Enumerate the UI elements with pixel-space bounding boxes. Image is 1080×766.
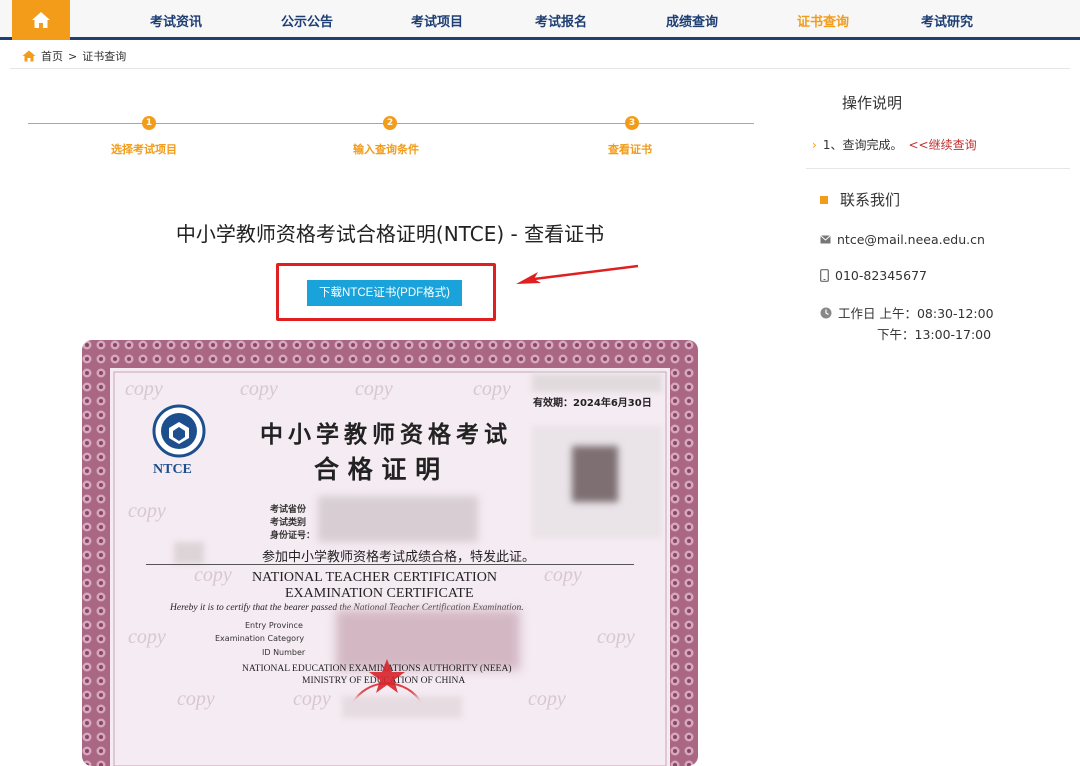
contact-section-title: 联系我们	[820, 189, 900, 210]
contact-hours-line2: 下午：13:00-17:00	[877, 327, 992, 342]
field-label-entry-province: Entry Province	[245, 621, 303, 630]
breadcrumb-separator: >	[68, 49, 78, 63]
chevron-right-icon: ›	[812, 137, 817, 152]
watermark: copy	[194, 564, 232, 586]
certificate-title-en-line2: EXAMINATION CERTIFICATE	[285, 586, 474, 601]
certificate-title-cn-line1: 中小学教师资格考试	[260, 421, 512, 448]
watermark: copy	[177, 688, 215, 710]
blurred-number	[532, 374, 662, 392]
field-label-province: 考试省份	[270, 505, 307, 515]
watermark: copy	[293, 688, 331, 710]
phone-icon	[820, 269, 829, 282]
watermark: copy	[473, 378, 511, 400]
watermark: copy	[355, 378, 393, 400]
step-2-label: 输入查询条件	[353, 143, 419, 156]
step-2-dot: 2	[383, 116, 397, 130]
breadcrumb-home-link[interactable]: 首页	[41, 48, 63, 64]
watermark: copy	[128, 500, 166, 522]
nav-item-research[interactable]: 考试研究	[921, 11, 973, 30]
contact-hours-line1: 工作日 上午：08:30-12:00	[838, 306, 994, 321]
certificate-validity: 有效期：2024年6月30日	[533, 398, 652, 409]
step-1-dot: 1	[142, 116, 156, 130]
contact-phone: 010-82345677	[835, 268, 927, 283]
watermark: copy	[544, 564, 582, 586]
step-1-label: 选择考试项目	[111, 143, 177, 156]
blurred-seal-text	[342, 696, 462, 718]
nav-item-exam-projects[interactable]: 考试项目	[411, 11, 463, 30]
certificate-title-cn-line2: 合 格 证 明	[314, 455, 441, 484]
download-pdf-button[interactable]: 下载NTCE证书(PDF格式)	[307, 280, 462, 306]
certificate-image: copy copy copy copy copy copy copy copy …	[80, 338, 700, 766]
nav-item-registration[interactable]: 考试报名	[535, 11, 587, 30]
contact-hours-row: 工作日 上午：08:30-12:00	[820, 303, 994, 322]
watermark: copy	[528, 688, 566, 710]
side-op-item: › 1、查询完成。 <<继续查询	[812, 136, 977, 153]
blurred-personal-info	[318, 496, 478, 542]
ntce-logo-icon	[152, 404, 206, 458]
field-label-exam-category: Examination Category	[215, 634, 305, 643]
ntce-logo-text: NTCE	[153, 462, 192, 477]
watermark: copy	[597, 626, 635, 648]
home-icon	[22, 50, 36, 62]
side-op-text: 1、查询完成。	[822, 138, 903, 152]
breadcrumb-current: 证书查询	[82, 50, 127, 63]
blurred-mark	[174, 542, 204, 564]
certificate-statement-cn: 参加中小学教师资格考试成绩合格，特发此证。	[262, 550, 536, 565]
contact-title-text: 联系我们	[840, 191, 901, 209]
side-op-title: 操作说明	[842, 94, 903, 112]
contact-email-row: ntce@mail.neea.edu.cn	[820, 232, 985, 247]
arrow-annotation-icon	[516, 264, 639, 284]
mail-icon	[820, 235, 831, 244]
step-3-dot: 3	[625, 116, 639, 130]
field-label-id-number: ID Number	[262, 648, 306, 657]
photo-placeholder	[532, 426, 662, 538]
nav-item-certificate-query[interactable]: 证书查询	[797, 11, 849, 30]
field-label-id: 身份证号：	[270, 531, 316, 541]
square-bullet-icon	[820, 195, 828, 204]
certificate-divider	[146, 564, 634, 565]
top-nav: 考试资讯 公示公告 考试项目 考试报名 成绩查询 证书查询 考试研究	[0, 0, 1080, 40]
certificate-title-en-line1: NATIONAL TEACHER CERTIFICATION	[252, 570, 497, 585]
nav-item-news[interactable]: 考试资讯	[150, 11, 202, 30]
watermark: copy	[128, 626, 166, 648]
page-title: 中小学教师资格考试合格证明(NTCE) - 查看证书	[175, 222, 605, 246]
contact-email[interactable]: ntce@mail.neea.edu.cn	[837, 232, 985, 247]
nav-item-score-query[interactable]: 成绩查询	[666, 11, 718, 30]
breadcrumb: 首页 > 证书查询	[22, 48, 126, 64]
contact-phone-row: 010-82345677	[820, 268, 927, 283]
continue-query-link[interactable]: <<继续查询	[908, 136, 976, 153]
breadcrumb-divider	[10, 68, 1070, 69]
field-label-category: 考试类别	[270, 518, 307, 528]
step-3-label: 查看证书	[608, 143, 652, 156]
nav-item-announcements[interactable]: 公示公告	[281, 11, 333, 30]
watermark: copy	[125, 378, 163, 400]
watermark: copy	[240, 378, 278, 400]
home-button[interactable]	[12, 0, 70, 40]
clock-icon	[820, 307, 832, 318]
home-icon	[32, 12, 50, 28]
side-divider	[806, 168, 1070, 169]
